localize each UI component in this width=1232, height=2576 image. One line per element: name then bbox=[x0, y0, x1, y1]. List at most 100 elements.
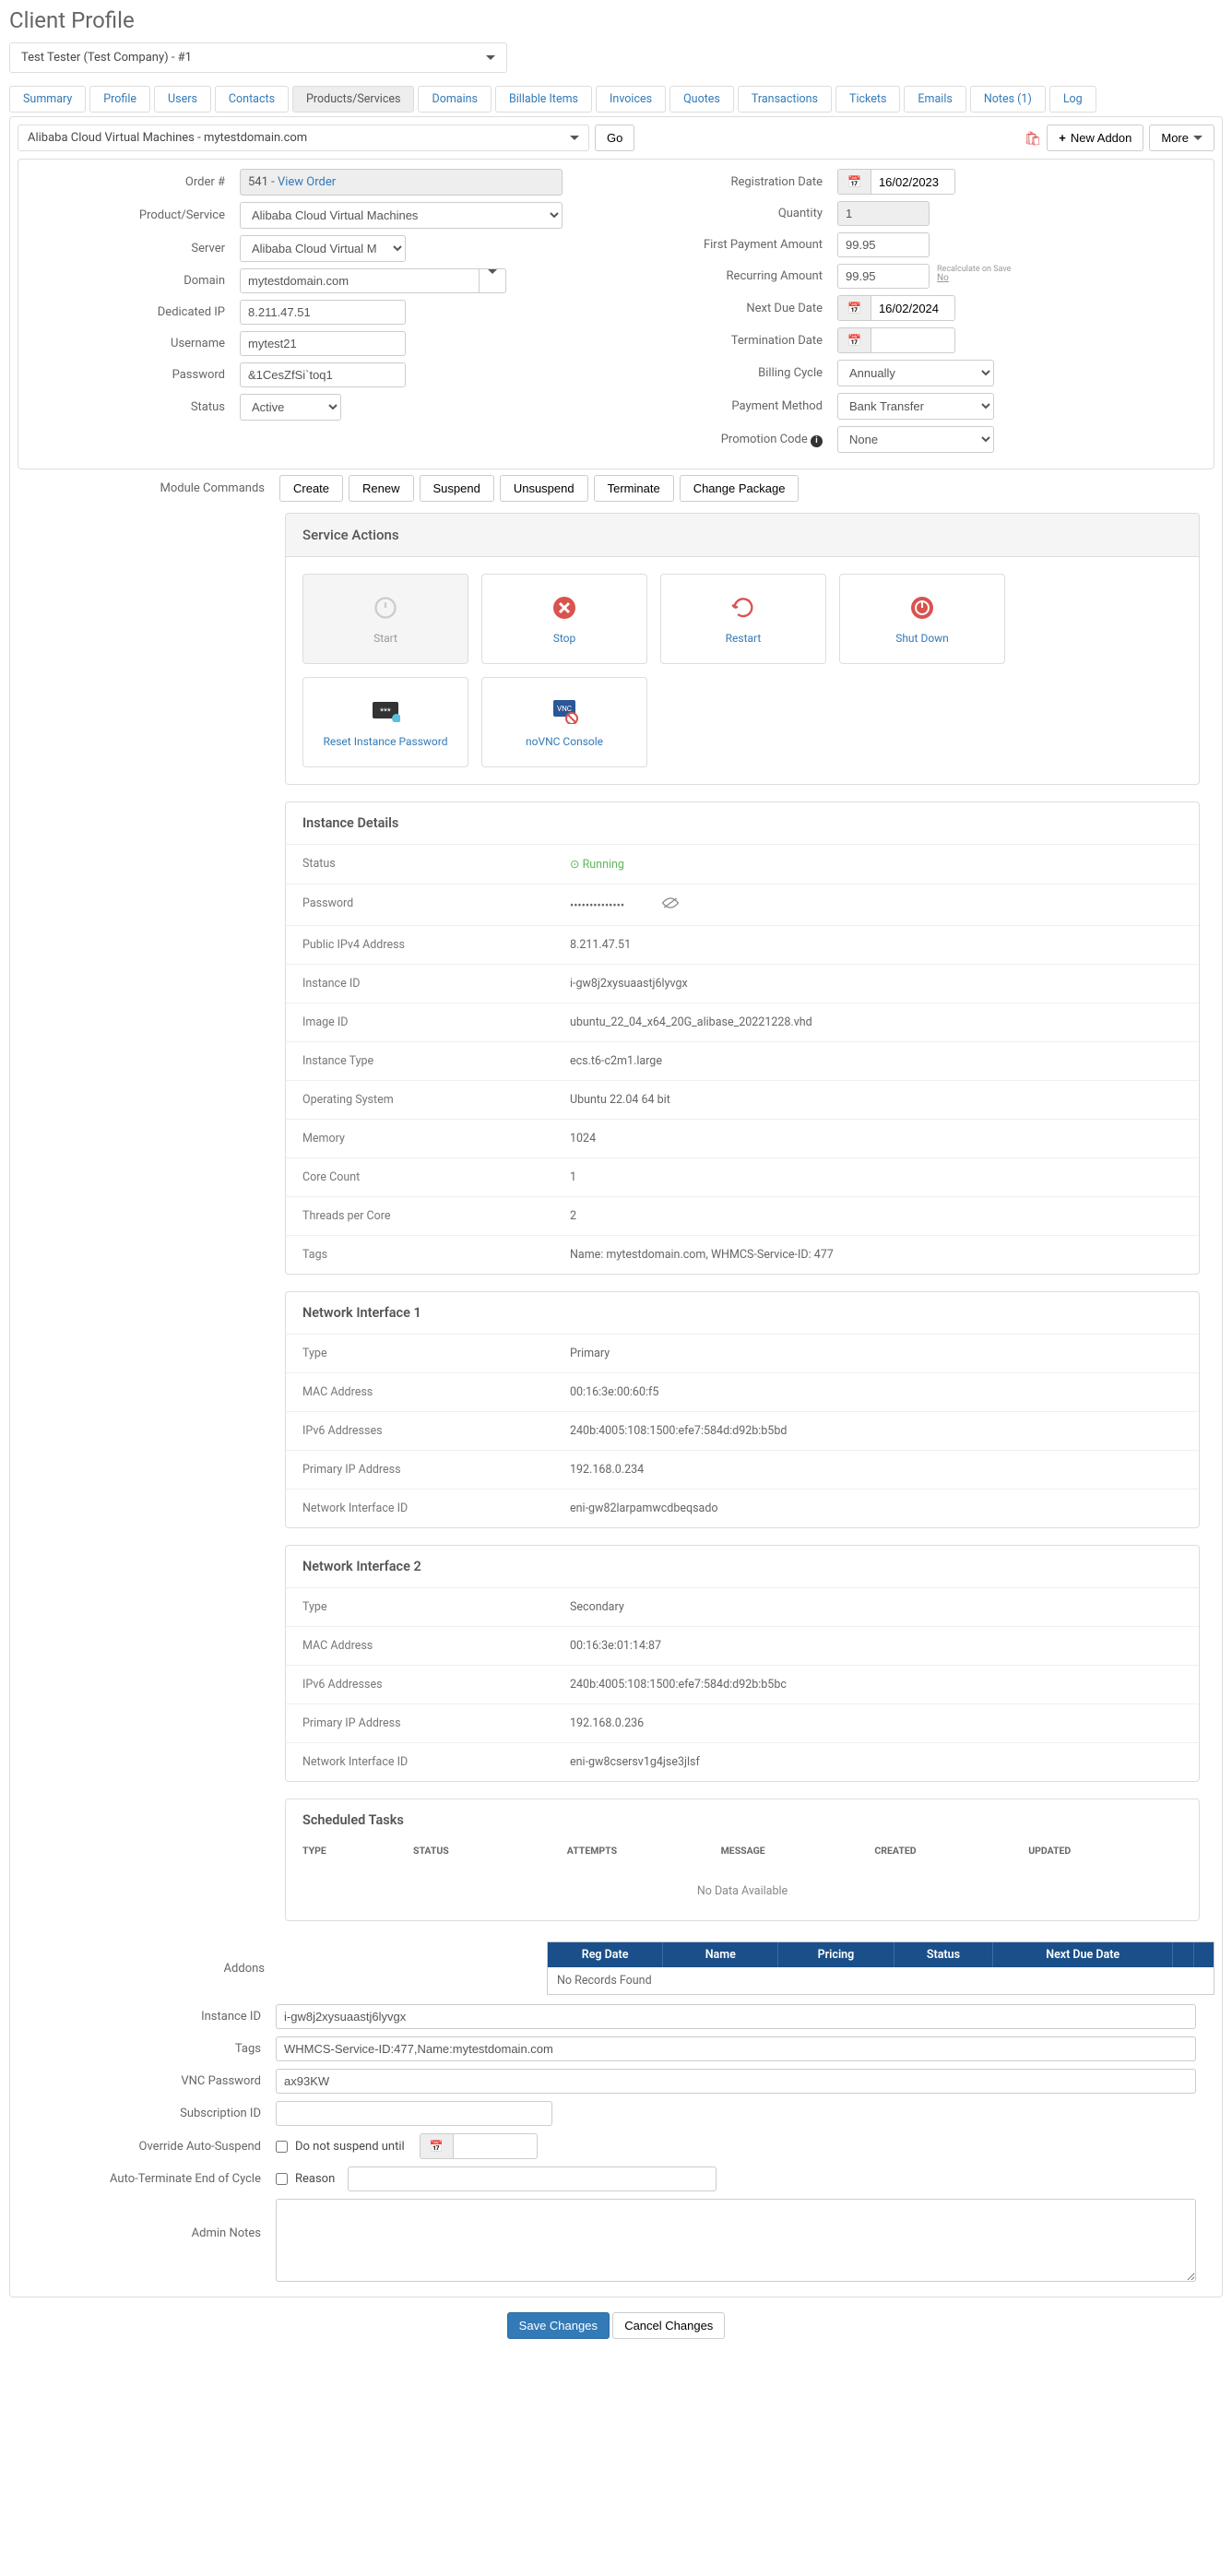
promo-label: Promotion Code i bbox=[625, 433, 837, 447]
btm-instance-id-input[interactable] bbox=[276, 2004, 1196, 2029]
go-button[interactable]: Go bbox=[595, 125, 634, 151]
order-no-label: Order # bbox=[28, 175, 240, 189]
tab-emails[interactable]: Emails bbox=[904, 86, 965, 113]
quantity-input bbox=[837, 201, 930, 226]
renew-button[interactable]: Renew bbox=[349, 475, 413, 502]
action-reset-instance-password[interactable]: ***Reset Instance Password bbox=[302, 677, 468, 767]
btm-instance-id-label: Instance ID bbox=[18, 2010, 276, 2024]
btm-vnc-input[interactable] bbox=[276, 2069, 1196, 2094]
domain-label: Domain bbox=[28, 274, 240, 288]
reg-date-input[interactable]: 📅 bbox=[837, 169, 955, 195]
recalc-hint: Recalculate on SaveNo bbox=[937, 266, 1011, 283]
save-changes-button[interactable]: Save Changes bbox=[507, 2312, 610, 2339]
caret-down-icon bbox=[1193, 136, 1202, 140]
autoterm-checkbox[interactable] bbox=[276, 2173, 288, 2185]
status-label: Status bbox=[28, 400, 240, 414]
override-date[interactable]: 📅 bbox=[420, 2133, 538, 2159]
action-shut-down[interactable]: Shut Down bbox=[839, 574, 1005, 664]
termination-input[interactable]: 📅 bbox=[837, 327, 955, 353]
action-restart[interactable]: Restart bbox=[660, 574, 826, 664]
tab-products-services[interactable]: Products/Services bbox=[292, 86, 414, 113]
eye-toggle-icon[interactable] bbox=[661, 899, 680, 913]
tab-quotes[interactable]: Quotes bbox=[669, 86, 734, 113]
promo-select[interactable]: None bbox=[837, 426, 994, 453]
btm-notes-label: Admin Notes bbox=[18, 2199, 276, 2240]
domain-input[interactable] bbox=[240, 268, 480, 293]
reset-instance-password-icon: *** bbox=[371, 696, 400, 726]
detail-row: Operating SystemUbuntu 22.04 64 bit bbox=[286, 1081, 1199, 1120]
status-select[interactable]: Active bbox=[240, 394, 341, 421]
next-due-input[interactable]: 📅 bbox=[837, 295, 955, 321]
detail-row: MAC Address00:16:3e:01:14:87 bbox=[286, 1627, 1199, 1666]
action-stop[interactable]: Stop bbox=[481, 574, 647, 664]
change-package-button[interactable]: Change Package bbox=[680, 475, 800, 502]
stop-icon bbox=[550, 593, 579, 623]
task-col-message: MESSAGE bbox=[721, 1845, 875, 1857]
product-service-select[interactable]: Alibaba Cloud Virtual Machines bbox=[240, 202, 563, 229]
tab-tickets[interactable]: Tickets bbox=[835, 86, 900, 113]
terminate-button[interactable]: Terminate bbox=[594, 475, 674, 502]
detail-row: Network Interface IDeni-gw82larpamwcdbeq… bbox=[286, 1490, 1199, 1527]
svg-text:VNC: VNC bbox=[557, 705, 572, 713]
username-input[interactable] bbox=[240, 331, 406, 356]
task-col-type: TYPE bbox=[302, 1845, 413, 1857]
btm-sub-input[interactable] bbox=[276, 2101, 552, 2126]
dedicated-ip-label: Dedicated IP bbox=[28, 305, 240, 319]
calendar-icon: 📅 bbox=[838, 170, 871, 194]
scheduled-tasks-title: Scheduled Tasks bbox=[302, 1812, 1182, 1828]
domain-dropdown-toggle[interactable] bbox=[480, 268, 506, 293]
addons-label: Addons bbox=[18, 1941, 279, 1995]
detail-row: Memory1024 bbox=[286, 1120, 1199, 1158]
autoterm-reason-input[interactable] bbox=[348, 2166, 717, 2191]
detail-row: TypePrimary bbox=[286, 1335, 1199, 1373]
tab-domains[interactable]: Domains bbox=[418, 86, 492, 113]
detail-row: Public IPv4 Address8.211.47.51 bbox=[286, 926, 1199, 965]
view-order-link[interactable]: View Order bbox=[278, 175, 336, 189]
tab-users[interactable]: Users bbox=[154, 86, 211, 113]
tab-contacts[interactable]: Contacts bbox=[215, 86, 289, 113]
calendar-icon: 📅 bbox=[838, 328, 871, 352]
task-col-updated: UPDATED bbox=[1028, 1845, 1182, 1857]
tab-log[interactable]: Log bbox=[1049, 86, 1096, 113]
detail-row: Password•••••••••••••• bbox=[286, 884, 1199, 926]
override-checkbox[interactable] bbox=[276, 2141, 288, 2153]
more-button[interactable]: More bbox=[1149, 125, 1214, 151]
btm-tags-input[interactable] bbox=[276, 2036, 1196, 2061]
detail-row: Core Count1 bbox=[286, 1158, 1199, 1197]
btm-sub-label: Subscription ID bbox=[18, 2107, 276, 2120]
tab-billable-items[interactable]: Billable Items bbox=[495, 86, 592, 113]
admin-notes-textarea[interactable] bbox=[276, 2199, 1196, 2282]
service-actions-header: Service Actions bbox=[285, 513, 1200, 557]
client-selector[interactable]: Test Tester (Test Company) - #1 bbox=[9, 42, 507, 73]
tab-profile[interactable]: Profile bbox=[89, 86, 150, 113]
reg-date-label: Registration Date bbox=[625, 175, 837, 189]
tab-transactions[interactable]: Transactions bbox=[738, 86, 832, 113]
tab-invoices[interactable]: Invoices bbox=[596, 86, 666, 113]
server-select[interactable]: Alibaba Cloud Virtual M bbox=[240, 235, 406, 262]
first-payment-input[interactable] bbox=[837, 232, 930, 257]
product-selector[interactable]: Alibaba Cloud Virtual Machines - mytestd… bbox=[18, 125, 589, 151]
create-button[interactable]: Create bbox=[279, 475, 343, 502]
override-text: Do not suspend until bbox=[295, 2140, 405, 2154]
tab-notes-1-[interactable]: Notes (1) bbox=[970, 86, 1046, 113]
password-input[interactable] bbox=[240, 362, 406, 387]
new-addon-button[interactable]: +New Addon bbox=[1047, 125, 1143, 151]
payment-method-select[interactable]: Bank Transfer bbox=[837, 393, 994, 420]
unsuspend-button[interactable]: Unsuspend bbox=[500, 475, 588, 502]
billing-cycle-select[interactable]: Annually bbox=[837, 360, 994, 386]
gift-icon[interactable]: 🛍 bbox=[1024, 130, 1041, 147]
detail-row: Primary IP Address192.168.0.234 bbox=[286, 1451, 1199, 1490]
suspend-button[interactable]: Suspend bbox=[420, 475, 494, 502]
recurring-input[interactable] bbox=[837, 264, 930, 289]
termination-label: Termination Date bbox=[625, 334, 837, 348]
dedicated-ip-input[interactable] bbox=[240, 300, 406, 325]
detail-row: IPv6 Addresses240b:4005:108:1500:efe7:58… bbox=[286, 1412, 1199, 1451]
cancel-changes-button[interactable]: Cancel Changes bbox=[612, 2312, 725, 2339]
addons-col-pricing: Pricing bbox=[778, 1942, 894, 1967]
addons-col-next-due-date: Next Due Date bbox=[993, 1942, 1173, 1967]
detail-row: Instance Typeecs.t6-c2m1.large bbox=[286, 1042, 1199, 1081]
caret-down-icon bbox=[570, 136, 579, 140]
tab-summary[interactable]: Summary bbox=[9, 86, 86, 113]
addons-col-name: Name bbox=[663, 1942, 778, 1967]
action-novnc-console[interactable]: VNCnoVNC Console bbox=[481, 677, 647, 767]
